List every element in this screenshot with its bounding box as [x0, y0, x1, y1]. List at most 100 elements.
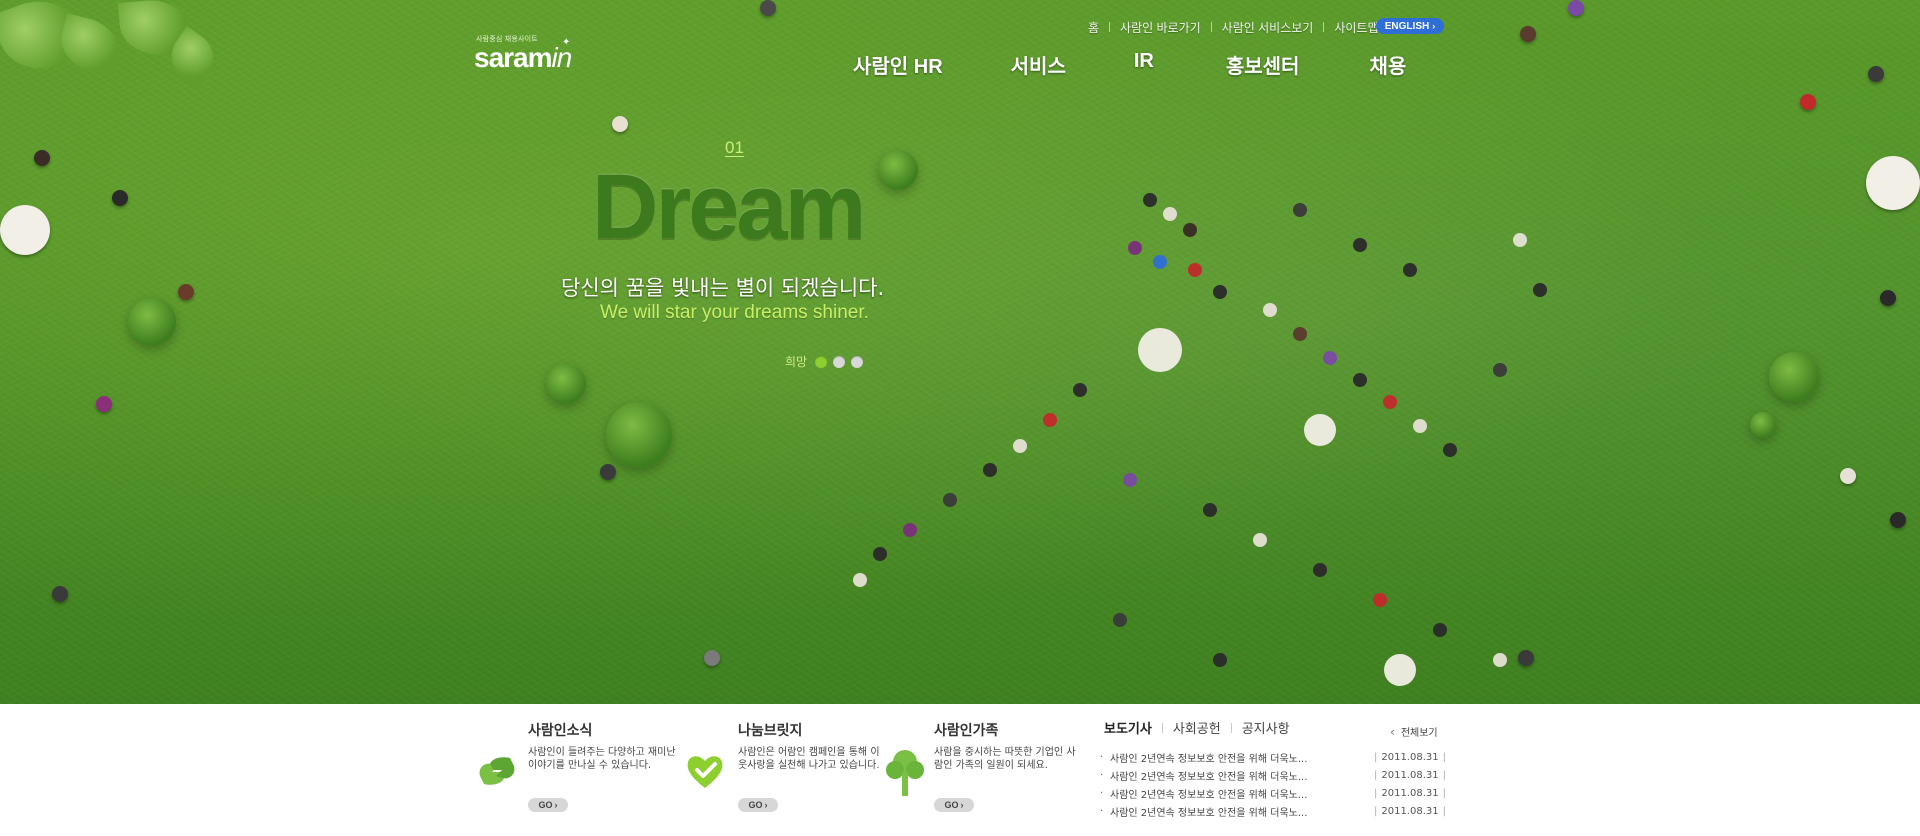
crowd-person [1163, 207, 1177, 221]
crowd-person [1403, 263, 1417, 277]
crowd-person [1013, 439, 1027, 453]
crowd-person [1493, 653, 1507, 667]
util-saramin-link[interactable]: 사람인 바로가기 [1120, 19, 1201, 36]
list-item[interactable]: · 사람인 2년연속 정보보호 안전을 위해 더욱노... 2011.08.31 [1100, 748, 1446, 766]
crowd-person [1353, 373, 1367, 387]
crowd-person [1138, 328, 1182, 372]
english-button[interactable]: ENGLISH › [1376, 18, 1444, 34]
nav-item-hr[interactable]: 사람인 HR [853, 50, 943, 79]
go-button[interactable]: GO › [738, 798, 778, 812]
crowd-person [1043, 413, 1057, 427]
crowd-person [1493, 363, 1507, 377]
crowd-person [1213, 285, 1227, 299]
bullet: · [1100, 751, 1104, 763]
crowd-person [1203, 503, 1217, 517]
tree-icon [886, 750, 924, 796]
nav-item-ir[interactable]: IR [1134, 50, 1154, 79]
box-saramin-family: 사람인가족 사람을 중시하는 따뜻한 기업인 사람인 가족의 일원이 되세요. … [882, 704, 1082, 836]
divider [1210, 22, 1212, 32]
person [1868, 66, 1884, 82]
person [1520, 26, 1536, 42]
hero-banner: 홈 사람인 바로가기 사람인 서비스보기 사이트맵 ENGLISH › 사람중심… [0, 0, 1920, 704]
util-sitemap-link[interactable]: 사이트맵 [1334, 19, 1378, 36]
crowd-person [1073, 383, 1087, 397]
go-button-label: GO [944, 800, 959, 810]
crowd-person [1433, 623, 1447, 637]
slide-dot-2[interactable] [833, 355, 846, 368]
slide-dot-3[interactable] [851, 355, 864, 368]
person [1866, 156, 1920, 210]
news-title[interactable]: 사람인 2년연속 정보보호 안전을 위해 더욱노... [1110, 786, 1372, 801]
crowd-person [943, 493, 957, 507]
slide-controls: 희망 [785, 353, 864, 370]
tab-notices[interactable]: 공지사항 [1242, 718, 1290, 737]
person [612, 116, 628, 132]
heart-icon [687, 756, 723, 788]
person [704, 650, 720, 666]
list-item[interactable]: · 사람인 2년연속 정보보호 안전을 위해 더욱노... 2011.08.31 [1100, 802, 1446, 820]
chevron-right-icon: › [960, 800, 964, 810]
divider [1109, 22, 1111, 32]
go-button[interactable]: GO › [934, 798, 974, 812]
person [34, 150, 50, 166]
person [0, 205, 50, 255]
slide-english-copy: We will star your dreams shiner. [600, 302, 869, 323]
tab-social-contribution[interactable]: 사회공헌 [1173, 718, 1221, 737]
box-description: 사람을 중시하는 따뜻한 기업인 사람인 가족의 일원이 되세요. [934, 747, 1076, 771]
divider [1323, 22, 1325, 32]
list-item[interactable]: · 사람인 2년연속 정보보호 안전을 위해 더욱노... 2011.08.31 [1100, 784, 1446, 802]
crowd-cluster [800, 150, 1580, 700]
chevron-right-icon: › [554, 800, 558, 810]
slide-dot-1[interactable] [815, 355, 828, 368]
crowd-person [1313, 563, 1327, 577]
star-icon: ✦ [562, 37, 571, 48]
nav-item-recruit[interactable]: 채용 [1369, 50, 1406, 79]
person [1568, 0, 1584, 16]
news-tabs: 보도기사 사회공헌 공지사항 [1104, 718, 1290, 737]
news-title[interactable]: 사람인 2년연속 정보보호 안전을 위해 더욱노... [1110, 804, 1372, 819]
person [1890, 512, 1906, 528]
chevron-right-icon: › [1432, 21, 1436, 31]
crowd-svg [853, 193, 1547, 686]
crowd-person [1263, 303, 1277, 317]
chevron-left-icon: ‹ [1390, 724, 1395, 739]
crowd-person [1183, 223, 1197, 237]
saramin-logo[interactable]: 사람중심 채용사이트 saramin ✦ [474, 32, 594, 80]
crowd-person [1143, 193, 1157, 207]
tab-press[interactable]: 보도기사 [1104, 718, 1152, 737]
box-sharing-bridge: 나눔브릿지 사람인은 어람인 캠페인을 통해 이웃사랑을 실천해 나가고 있습니… [682, 704, 880, 836]
crowd-person [903, 523, 917, 537]
main-nav: 사람인 HR 서비스 IR 홍보센터 채용 [853, 50, 1406, 79]
slide-label: 희망 [785, 355, 808, 369]
logo-wordmark: saramin [474, 42, 572, 74]
crowd-person [1113, 613, 1127, 627]
crowd-person [1253, 533, 1267, 547]
util-services-link[interactable]: 사람인 서비스보기 [1222, 19, 1314, 36]
crowd-person [1213, 653, 1227, 667]
person [178, 284, 194, 300]
list-item[interactable]: · 사람인 2년연속 정보보호 안전을 위해 더욱노... 2011.08.31 [1100, 766, 1446, 784]
go-button[interactable]: GO › [528, 798, 568, 812]
person [1880, 290, 1896, 306]
go-button-label: GO [748, 800, 763, 810]
logo-word: saram [474, 42, 553, 73]
person [52, 586, 68, 602]
crowd-person [1384, 654, 1416, 686]
bullet: · [1100, 805, 1104, 817]
leaf-decoration [54, 13, 126, 77]
bush [1769, 352, 1819, 402]
news-title[interactable]: 사람인 2년연속 정보보호 안전을 위해 더욱노... [1110, 750, 1372, 765]
bush [128, 298, 176, 346]
person [112, 190, 128, 206]
box-title: 사람인소식 [528, 723, 593, 739]
crowd-person [1533, 283, 1547, 297]
nav-item-pr-center[interactable]: 홍보센터 [1226, 50, 1300, 79]
box-description: 사람인은 어람인 캠페인을 통해 이웃사랑을 실천해 나가고 있습니다. [738, 747, 880, 771]
news-title[interactable]: 사람인 2년연속 정보보호 안전을 위해 더욱노... [1110, 768, 1372, 783]
crowd-person [1293, 327, 1307, 341]
util-home-link[interactable]: 홈 [1088, 19, 1099, 36]
view-all-link[interactable]: ‹ 전체보기 [1390, 724, 1438, 740]
nav-item-services[interactable]: 서비스 [1011, 50, 1066, 79]
divider [1230, 722, 1232, 733]
person [1840, 468, 1856, 484]
